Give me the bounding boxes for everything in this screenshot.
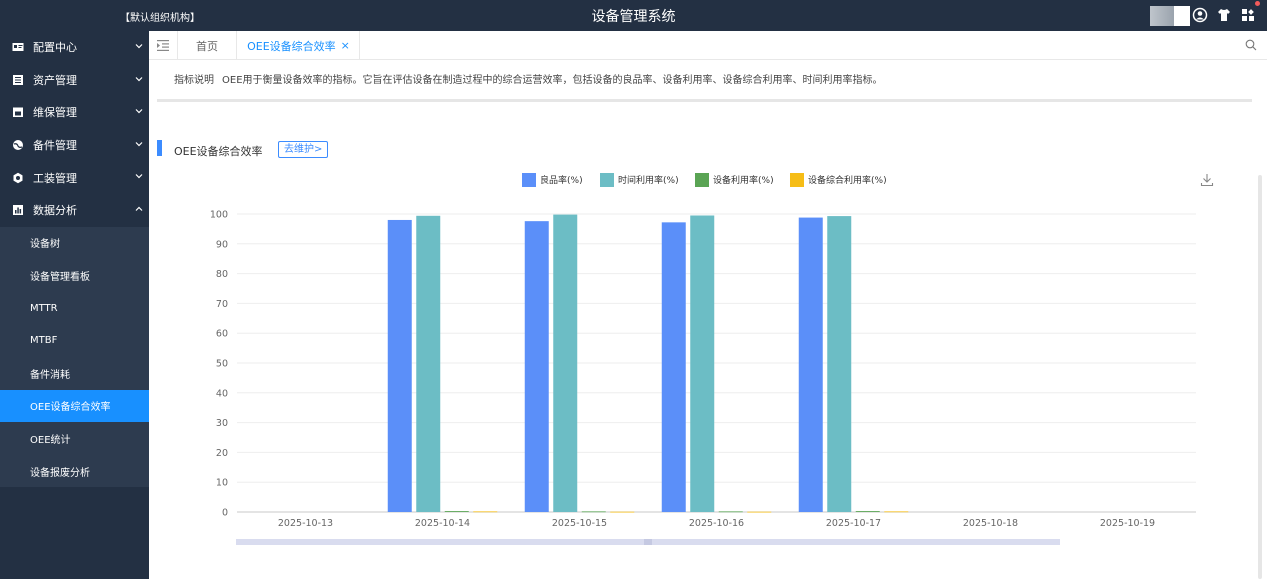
x-tick-label: 2025-10-14 [415, 518, 470, 529]
bar[interactable] [416, 215, 441, 512]
legend-label[interactable]: 时间利用率(%) [618, 174, 679, 186]
legend-swatch[interactable] [695, 173, 709, 187]
bar[interactable] [690, 215, 715, 513]
legend-swatch[interactable] [522, 173, 536, 187]
bar[interactable] [747, 511, 772, 513]
legend-label[interactable]: 设备利用率(%) [713, 174, 774, 186]
x-tick-label: 2025-10-16 [689, 518, 744, 529]
y-tick-label: 0 [222, 508, 228, 519]
bar[interactable] [855, 511, 880, 512]
x-tick-label: 2025-10-18 [963, 518, 1018, 529]
bar[interactable] [524, 221, 549, 513]
bar[interactable] [610, 511, 635, 513]
bar[interactable] [581, 511, 606, 513]
x-tick-label: 2025-10-19 [1100, 518, 1155, 529]
y-tick-label: 20 [216, 448, 228, 459]
y-tick-label: 50 [216, 359, 228, 370]
bar[interactable] [553, 214, 578, 512]
bar[interactable] [718, 511, 743, 513]
y-tick-label: 30 [216, 418, 228, 429]
y-tick-label: 100 [210, 210, 228, 221]
legend-label[interactable]: 设备综合利用率(%) [808, 174, 887, 186]
x-tick-label: 2025-10-13 [278, 518, 333, 529]
y-tick-label: 40 [216, 388, 228, 399]
legend-swatch[interactable] [790, 173, 804, 187]
bar[interactable] [387, 219, 412, 512]
bar[interactable] [827, 216, 852, 512]
y-tick-label: 80 [216, 269, 228, 280]
legend-swatch[interactable] [600, 173, 614, 187]
bar[interactable] [798, 217, 823, 513]
y-tick-label: 90 [216, 239, 228, 250]
y-tick-label: 10 [216, 478, 228, 489]
y-tick-label: 70 [216, 299, 228, 310]
bar[interactable] [444, 511, 469, 512]
bar[interactable] [884, 511, 909, 513]
x-tick-label: 2025-10-15 [552, 518, 607, 529]
chart-zoom-handle[interactable] [644, 539, 652, 545]
bar[interactable] [473, 511, 498, 513]
y-tick-label: 60 [216, 329, 228, 340]
legend-label[interactable]: 良品率(%) [540, 174, 583, 186]
bar[interactable] [661, 222, 686, 512]
oee-bar-chart: 良品率(%) 时间利用率(%) 设备利用率(%) 设备综合利用率(%) 0 10 20 30… [210, 173, 1196, 545]
x-tick-label: 2025-10-17 [826, 518, 881, 529]
